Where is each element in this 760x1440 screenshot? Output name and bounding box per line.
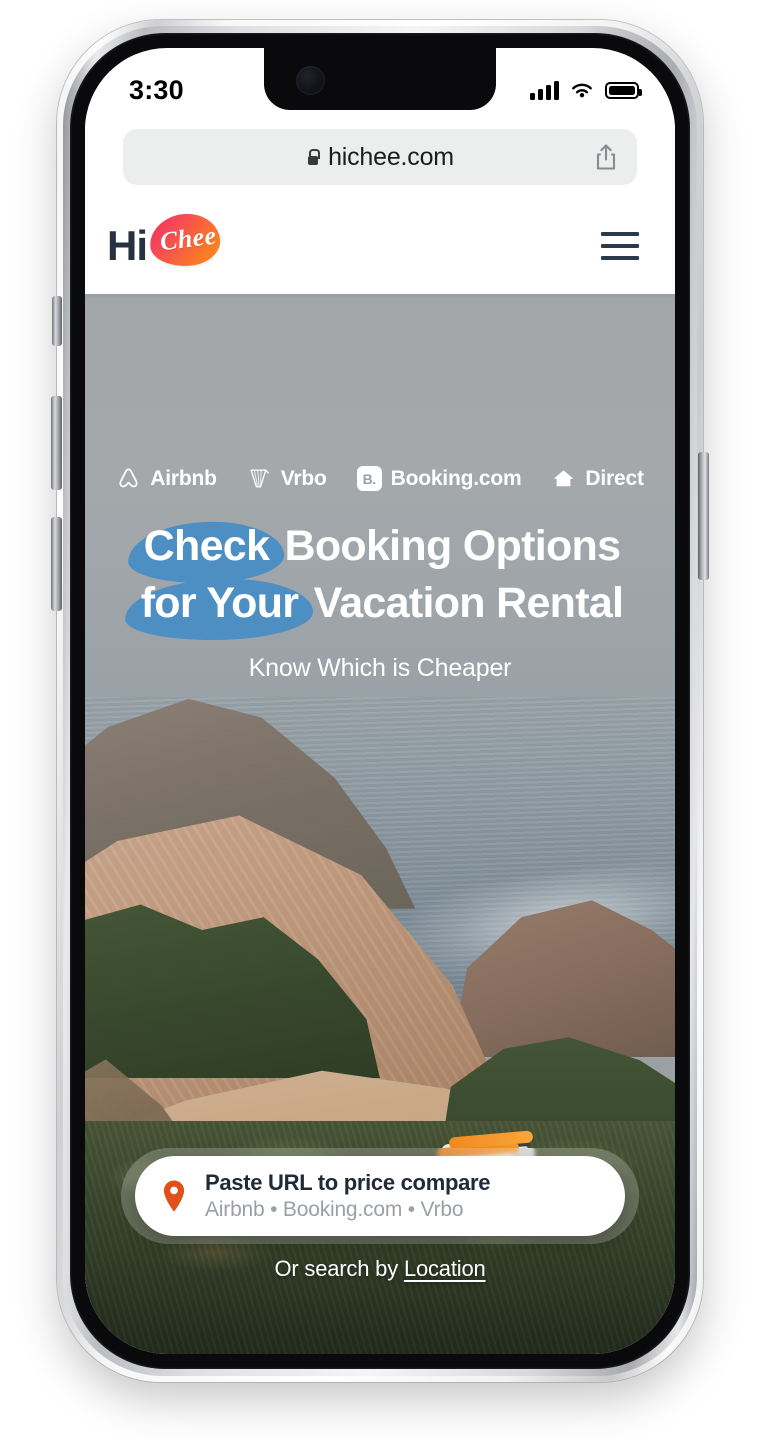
search-card-texts: Paste URL to price compare Airbnb • Book… [205,1170,491,1222]
hero-subtitle: Know Which is Cheaper [248,654,512,682]
search-card-subtitle: Airbnb • Booking.com • Vrbo [205,1198,464,1221]
headline-rest-2: Vacation Rental [313,578,624,627]
map-pin-icon [161,1179,187,1213]
brand-item-airbnb: Airbnb [116,466,217,491]
power-button[interactable] [698,452,709,580]
paste-url-search-card[interactable]: Paste URL to price compare Airbnb • Book… [135,1156,625,1236]
brand-item-booking: B. Booking.com [356,466,522,491]
phone-notch [264,48,496,110]
brand-logo-row: Airbnb Vrbo B. Booking.com Direct [85,466,675,491]
search-card-title: Paste URL to price compare [205,1170,491,1195]
share-icon[interactable] [595,144,617,171]
or-search-prefix: Or search by [274,1256,404,1281]
status-bar-indicators [530,80,642,100]
address-bar[interactable]: hichee.com [123,129,637,185]
vrbo-icon [247,466,272,491]
cellular-bars-icon [530,80,559,100]
browser-chrome: hichee.com [85,116,675,198]
headline-rest-1: Booking Options [284,522,621,570]
screenshot-stage: 3:30 hichee.com Hi Chee Airbnb Vrbo B. B… [0,0,760,1440]
hichee-logo[interactable]: Hi Chee [107,211,222,274]
airbnb-belo-icon [116,466,141,491]
battery-icon [605,81,642,99]
logo-text-hi: Hi [107,222,148,269]
hamburger-menu-icon[interactable] [601,232,639,260]
booking-b-icon: B. [356,466,382,491]
location-link[interactable]: Location [404,1256,486,1281]
mute-switch-button[interactable] [52,296,62,346]
brand-item-vrbo: Vrbo [247,466,327,491]
brand-item-direct: Direct [551,466,644,491]
lock-icon [306,149,321,165]
house-icon [551,466,576,491]
brand-label-booking: Booking.com [390,466,522,490]
headline-line-2: for Your Vacation Rental [85,575,675,632]
volume-down-button[interactable] [51,517,62,611]
headline-line-1: Check Booking Options [85,518,675,575]
site-header: Hi Chee [85,198,675,294]
headline-highlight-1: Check [140,518,274,575]
hero-headline: Check Booking Options for Your Vacation … [85,518,675,632]
brand-label-vrbo: Vrbo [280,466,327,490]
phone-screen: 3:30 hichee.com Hi Chee Airbnb Vrbo B. B… [85,48,675,1354]
volume-up-button[interactable] [51,396,62,490]
wifi-icon [572,83,592,97]
status-bar-time: 3:30 [129,74,184,105]
booking-badge-text: B. [356,466,382,491]
front-camera-icon [296,66,325,95]
or-search-by-location: Or search by Location [85,1256,675,1282]
brand-label-direct: Direct [585,466,644,490]
brand-label-airbnb: Airbnb [150,466,217,490]
headline-highlight-2: for Your [137,575,303,632]
hero-content: Airbnb Vrbo B. Booking.com Direct Check … [85,294,675,1354]
hero-section: Airbnb Vrbo B. Booking.com Direct Check … [85,294,675,1354]
address-bar-url: hichee.com [328,142,454,171]
